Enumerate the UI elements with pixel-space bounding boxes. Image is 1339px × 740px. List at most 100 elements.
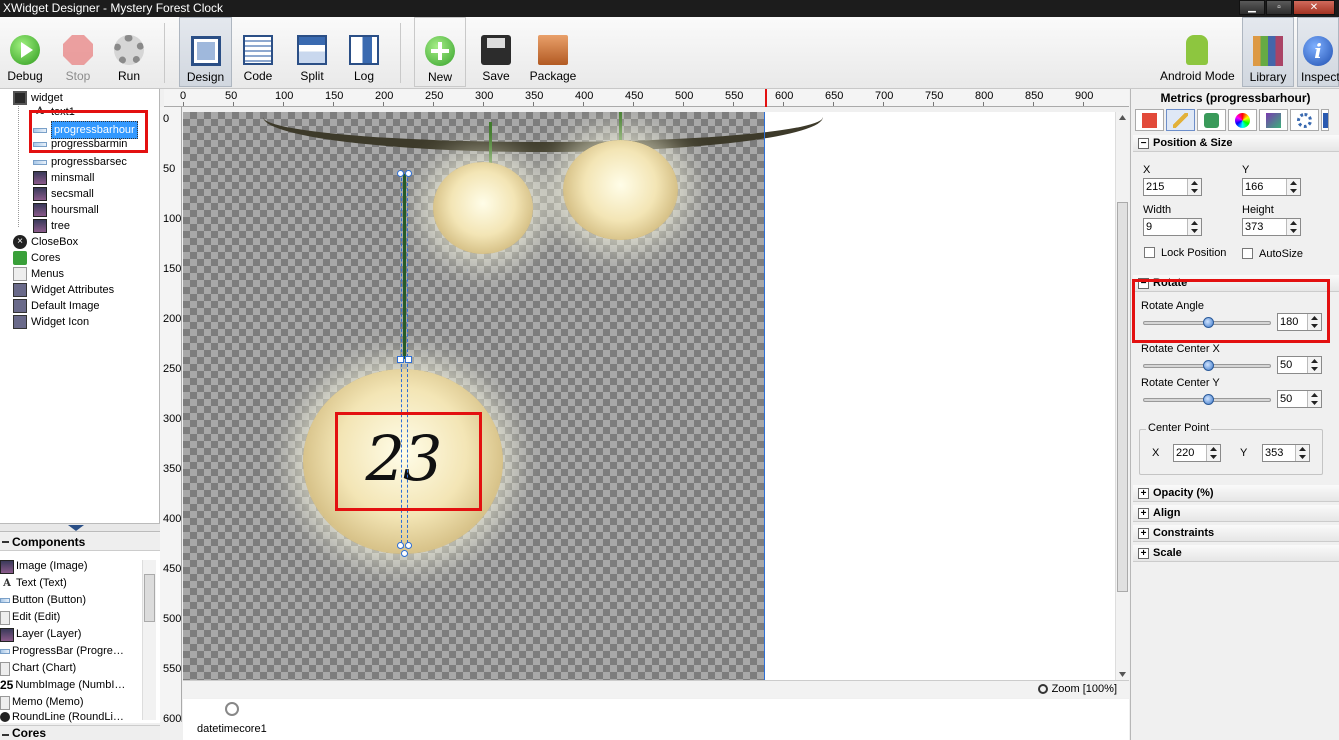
component-image[interactable]: Image (Image) xyxy=(0,558,88,575)
minimize-button[interactable]: ▁ xyxy=(1239,0,1265,15)
resize-handle[interactable] xyxy=(405,542,412,549)
resize-handle[interactable] xyxy=(397,170,404,177)
tab-calendar[interactable] xyxy=(1135,109,1164,131)
save-button[interactable]: Save xyxy=(472,17,520,87)
scroll-down-icon[interactable] xyxy=(1119,672,1126,677)
component-layer[interactable]: Layer (Layer) xyxy=(0,626,81,643)
tree-item-secsmall[interactable]: secsmall xyxy=(33,186,94,202)
spin-arrows-icon[interactable] xyxy=(1286,219,1300,235)
inspector-button[interactable]: i Inspecto xyxy=(1297,17,1339,87)
package-button[interactable]: Package xyxy=(526,17,580,87)
tree-item-widget-attributes[interactable]: Widget Attributes xyxy=(13,282,114,298)
tree-item-widget[interactable]: widget xyxy=(13,90,63,106)
library-button[interactable]: Library xyxy=(1242,17,1294,87)
rotate-angle-slider[interactable] xyxy=(1143,317,1271,328)
component-chart[interactable]: Chart (Chart) xyxy=(0,660,76,677)
spin-arrows-icon[interactable] xyxy=(1286,179,1300,195)
scroll-up-icon[interactable] xyxy=(1119,115,1126,120)
log-view-button[interactable]: Log xyxy=(340,17,388,87)
resize-handle[interactable] xyxy=(405,356,412,363)
android-mode-button[interactable]: Android Mode xyxy=(1160,17,1235,87)
center-point-x-spinbox[interactable]: 220 xyxy=(1173,444,1221,462)
lock-position-checkbox[interactable] xyxy=(1144,247,1155,258)
rotate-section[interactable]: − Rotate xyxy=(1133,275,1339,292)
resize-handle[interactable] xyxy=(397,356,404,363)
rotate-center-x-spinbox[interactable]: 50 xyxy=(1277,356,1322,374)
new-button[interactable]: New xyxy=(414,17,466,87)
panel-splitter[interactable] xyxy=(0,523,160,532)
tree-item-tree[interactable]: tree xyxy=(33,218,70,234)
opacity-section[interactable]: + Opacity (%) xyxy=(1133,485,1339,502)
x-spinbox[interactable]: 215 xyxy=(1143,178,1202,196)
cores-section-header[interactable]: Cores xyxy=(0,725,160,740)
clock-icon[interactable] xyxy=(225,702,239,716)
rotate-angle-spinbox[interactable]: 180 xyxy=(1277,313,1322,331)
design-view-button[interactable]: Design xyxy=(179,17,232,87)
component-roundline[interactable]: RoundLine (RoundLi… xyxy=(0,711,124,723)
collapse-arrow-icon[interactable] xyxy=(68,525,84,531)
split-view-button[interactable]: Split xyxy=(288,17,336,87)
constraints-section[interactable]: + Constraints xyxy=(1133,525,1339,542)
tree-item-minsmall[interactable]: minsmall xyxy=(33,170,94,186)
tab-colors[interactable] xyxy=(1228,109,1257,131)
components-section-header[interactable]: Components xyxy=(0,533,160,551)
spin-arrows-icon[interactable] xyxy=(1307,314,1321,330)
close-window-button[interactable]: ✕ xyxy=(1293,0,1335,15)
spin-arrows-icon[interactable] xyxy=(1187,179,1201,195)
tab-more[interactable] xyxy=(1321,109,1329,131)
rotate-center-x-slider[interactable] xyxy=(1143,360,1271,371)
tree-item-text1[interactable]: A text1 xyxy=(33,106,75,118)
design-canvas[interactable]: 23 xyxy=(183,112,1115,680)
stop-button[interactable]: Stop xyxy=(55,17,101,87)
tree-item-menus[interactable]: Menus xyxy=(13,266,64,282)
tree-item-cores[interactable]: Cores xyxy=(13,250,60,266)
tree-item-default-image[interactable]: Default Image xyxy=(13,298,99,314)
zoom-indicator[interactable]: Zoom [100%] xyxy=(1037,683,1117,695)
canvas-vertical-scrollbar[interactable] xyxy=(1115,112,1129,680)
spin-arrows-icon[interactable] xyxy=(1295,445,1309,461)
scrollbar-thumb[interactable] xyxy=(144,574,155,622)
y-spinbox[interactable]: 166 xyxy=(1242,178,1301,196)
tree-item-hoursmall[interactable]: hoursmall xyxy=(33,202,99,218)
code-view-button[interactable]: Code xyxy=(234,17,282,87)
debug-button[interactable]: Debug xyxy=(2,17,48,87)
rotate-center-y-slider[interactable] xyxy=(1143,394,1271,405)
tab-metrics[interactable] xyxy=(1166,109,1195,131)
tab-settings[interactable] xyxy=(1290,109,1319,131)
slider-knob[interactable] xyxy=(1203,360,1214,371)
component-text[interactable]: A Text (Text) xyxy=(0,575,67,592)
autosize-checkbox[interactable] xyxy=(1242,248,1253,259)
maximize-button[interactable]: ▫ xyxy=(1266,0,1292,15)
position-size-section[interactable]: − Position & Size xyxy=(1133,135,1339,152)
rotation-center-handle[interactable] xyxy=(401,550,408,557)
slider-knob[interactable] xyxy=(1203,394,1214,405)
spin-arrows-icon[interactable] xyxy=(1307,357,1321,373)
rotate-center-y-spinbox[interactable]: 50 xyxy=(1277,390,1322,408)
tree-item-progressbarhour[interactable]: progressbarhour xyxy=(33,121,138,139)
tab-3d[interactable] xyxy=(1259,109,1288,131)
component-button[interactable]: Button (Button) xyxy=(0,592,86,609)
tree-item-closebox[interactable]: × CloseBox xyxy=(13,234,78,250)
tab-shapes[interactable] xyxy=(1197,109,1226,131)
run-button[interactable]: Run xyxy=(106,17,152,87)
tree-item-widget-icon[interactable]: Widget Icon xyxy=(13,314,89,330)
spin-arrows-icon[interactable] xyxy=(1206,445,1220,461)
spin-arrows-icon[interactable] xyxy=(1187,219,1201,235)
components-scrollbar[interactable] xyxy=(142,560,156,720)
center-point-y-spinbox[interactable]: 353 xyxy=(1262,444,1310,462)
lantern-orb-minute[interactable] xyxy=(433,162,533,254)
datetimecore-label[interactable]: datetimecore1 xyxy=(197,723,267,735)
height-spinbox[interactable]: 373 xyxy=(1242,218,1301,236)
tree-item-progressbarsec[interactable]: progressbarsec xyxy=(33,154,127,170)
spin-arrows-icon[interactable] xyxy=(1307,391,1321,407)
component-numbimage[interactable]: 25 NumbImage (NumbI… xyxy=(0,677,125,694)
component-progressbar[interactable]: ProgressBar (Progre… xyxy=(0,643,124,660)
resize-handle[interactable] xyxy=(405,170,412,177)
component-edit[interactable]: Edit (Edit) xyxy=(0,609,60,626)
align-section[interactable]: + Align xyxy=(1133,505,1339,522)
scale-section[interactable]: + Scale xyxy=(1133,545,1339,562)
lantern-orb-second[interactable] xyxy=(563,140,678,240)
width-spinbox[interactable]: 9 xyxy=(1143,218,1202,236)
resize-handle[interactable] xyxy=(397,542,404,549)
slider-knob[interactable] xyxy=(1203,317,1214,328)
